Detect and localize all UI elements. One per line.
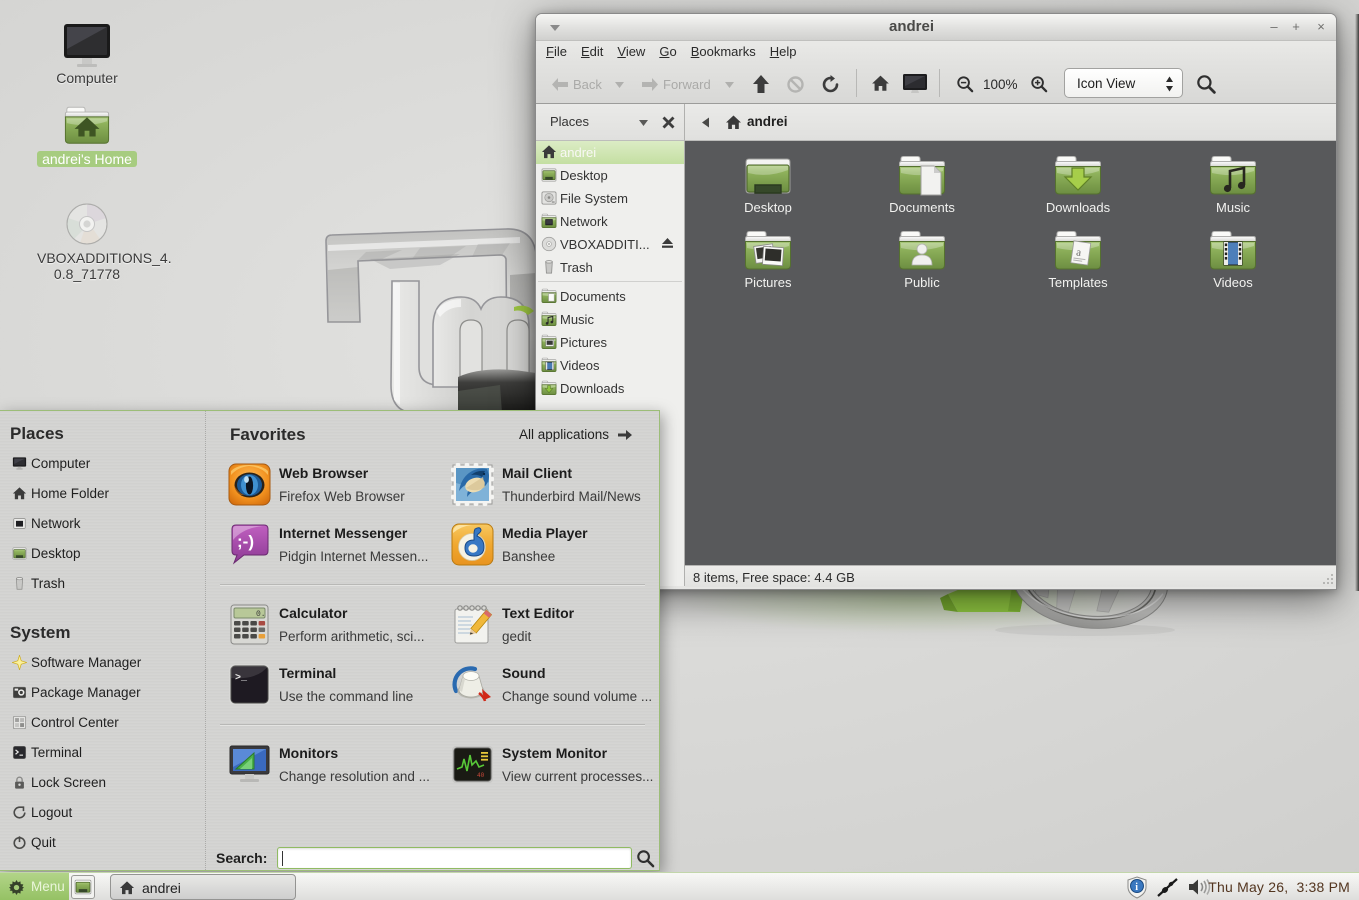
svg-text:;-): ;-) [237,532,254,551]
svg-text:0.: 0. [256,610,266,619]
svg-text:i: i [1135,882,1138,893]
svg-text:40: 40 [477,772,485,779]
svg-text:>_: >_ [235,673,248,684]
